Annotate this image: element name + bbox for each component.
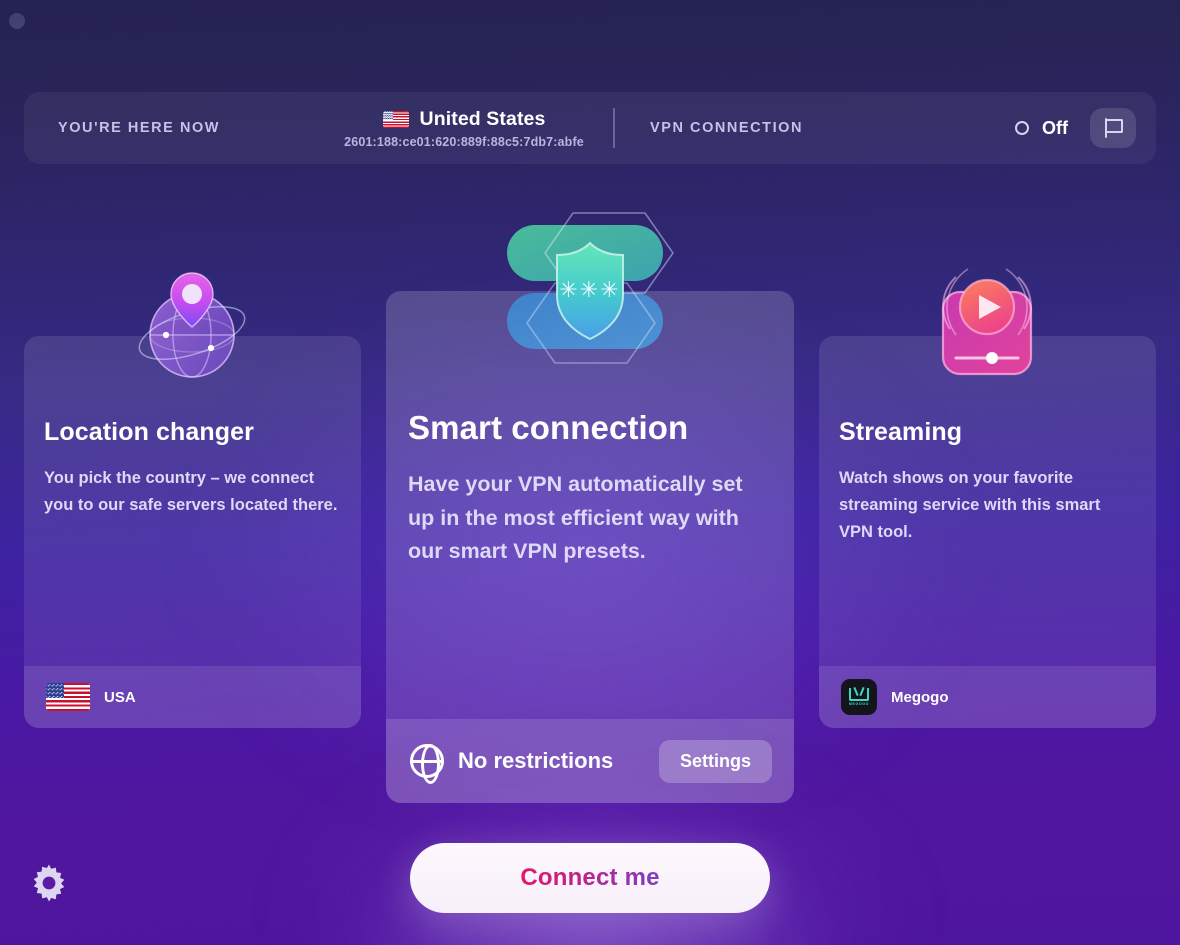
card-location-changer[interactable]: Location changer You pick the country – … — [24, 336, 361, 728]
card-streaming-body: Streaming Watch shows on your favorite s… — [819, 336, 1156, 666]
card-location-changer-footer[interactable]: USA — [24, 666, 361, 728]
card-location-changer-description: You pick the country – we connect you to… — [44, 469, 338, 514]
card-location-changer-body: Location changer You pick the country – … — [24, 336, 361, 666]
card-smart-connection-body: Smart connection Have your VPN automatic… — [386, 291, 794, 719]
card-location-changer-footer-label: USA — [104, 688, 136, 706]
power-ring-icon — [1015, 121, 1029, 135]
vpn-status-group: Off — [1015, 108, 1136, 148]
megogo-wordmark: MEGOGO — [848, 702, 870, 706]
here-now-label: YOU'RE HERE NOW — [58, 120, 221, 136]
connect-button[interactable]: Connect me — [410, 843, 770, 913]
header-divider — [613, 108, 615, 148]
restrictions-label: No restrictions — [458, 748, 614, 773]
vpn-connection-label: VPN CONNECTION — [650, 120, 804, 136]
status-header-bar: YOU'RE HERE NOW United States 2601:188:c… — [24, 92, 1156, 164]
card-location-changer-title: Location changer — [44, 418, 254, 446]
megogo-logo-icon: MEGOGO — [841, 679, 877, 715]
vpn-status-value: Off — [1042, 117, 1068, 138]
card-smart-connection-title: Smart connection — [408, 409, 689, 446]
us-flag-icon — [382, 110, 409, 128]
card-smart-connection-description: Have your VPN automatically set up in th… — [408, 472, 743, 563]
country-name: United States — [419, 107, 546, 130]
flag-icon — [1104, 118, 1123, 138]
card-smart-connection[interactable]: Smart connection Have your VPN automatic… — [386, 291, 794, 803]
card-smart-connection-footer: No restrictions Settings — [386, 719, 794, 803]
ip-address: 2601:188:ce01:620:889f:88c5:7db7:abfe — [344, 134, 584, 149]
card-streaming-title: Streaming — [839, 418, 963, 446]
globe-icon — [410, 744, 444, 784]
settings-button[interactable]: Settings — [658, 739, 772, 783]
card-streaming-footer-label: Megogo — [891, 688, 949, 706]
card-streaming-footer[interactable]: MEGOGO Megogo — [819, 666, 1156, 728]
flag-button[interactable] — [1090, 108, 1136, 148]
current-location-block: United States 2601:188:ce01:620:889f:88c… — [342, 108, 586, 149]
gear-icon[interactable] — [30, 864, 68, 902]
us-flag-icon — [46, 683, 90, 711]
connect-button-label: Connect me — [520, 864, 660, 891]
card-streaming[interactable]: Streaming Watch shows on your favorite s… — [819, 336, 1156, 728]
card-streaming-description: Watch shows on your favorite streaming s… — [839, 469, 1101, 541]
